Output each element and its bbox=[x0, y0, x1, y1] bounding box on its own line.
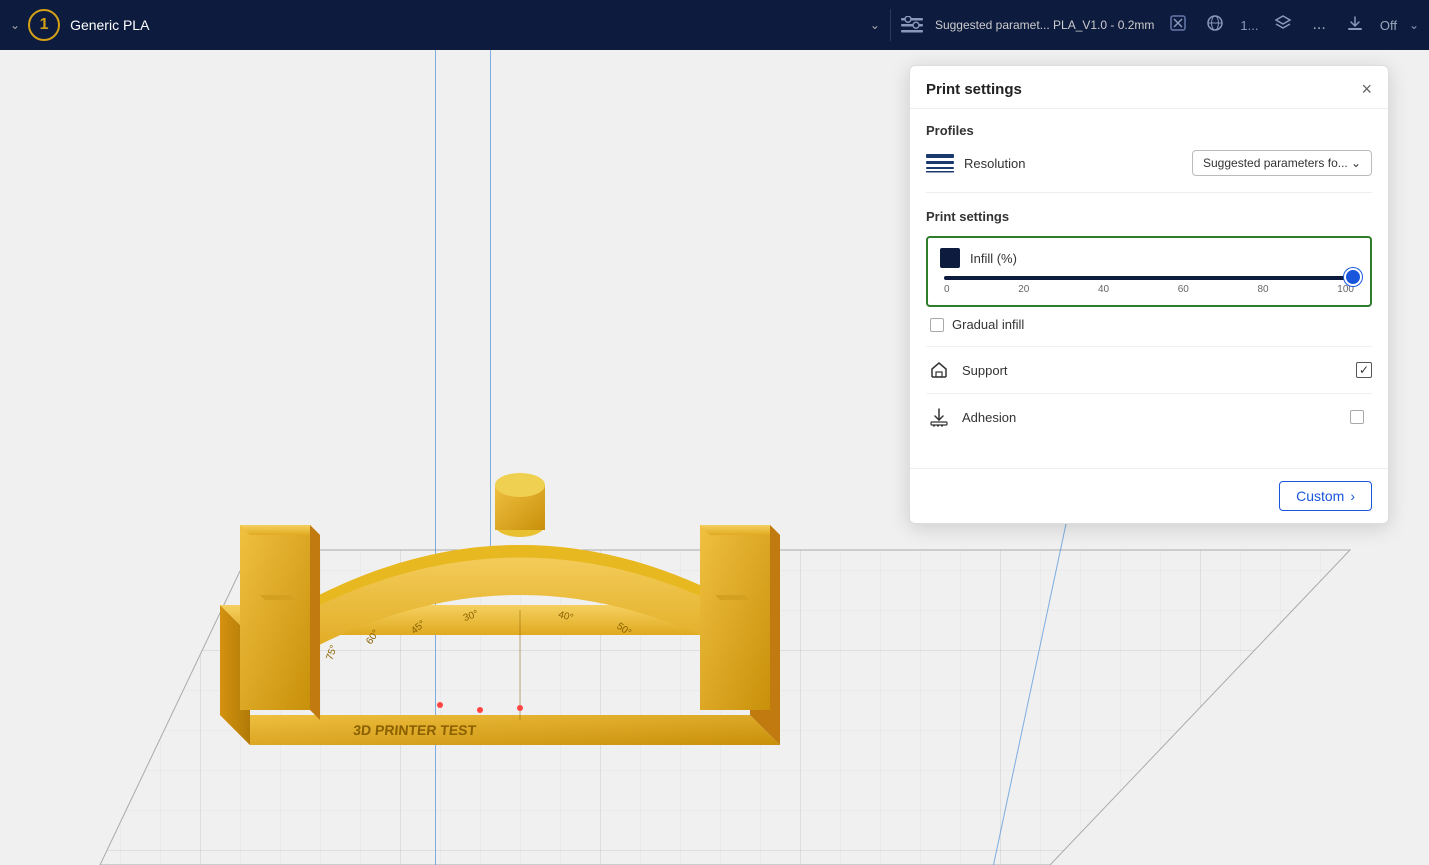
download-button[interactable] bbox=[1342, 12, 1368, 39]
adhesion-label: Adhesion bbox=[962, 410, 1350, 425]
slider-label-80: 80 bbox=[1258, 284, 1269, 295]
panel-close-button[interactable]: × bbox=[1361, 80, 1372, 98]
custom-button[interactable]: Custom › bbox=[1279, 481, 1372, 511]
profiles-section-label: Profiles bbox=[926, 123, 1372, 138]
support-label: Support bbox=[962, 363, 1356, 378]
support-row: Support ✓ bbox=[926, 346, 1372, 393]
left-dropdown-arrow[interactable]: ⌄ bbox=[10, 18, 20, 32]
resolution-label: Resolution bbox=[964, 156, 1192, 171]
slider-label-40: 40 bbox=[1098, 284, 1109, 295]
resolution-dropdown-arrow: ⌄ bbox=[1351, 156, 1361, 170]
print-settings-section: Print settings Infill (%) 0 bbox=[926, 209, 1372, 440]
panel-title: Print settings bbox=[926, 81, 1022, 98]
infill-color-box bbox=[940, 248, 960, 268]
printer-number-badge: 1 bbox=[28, 9, 60, 41]
printer-name-label: Generic PLA bbox=[70, 17, 870, 33]
gradual-infill-label: Gradual infill bbox=[952, 317, 1024, 332]
custom-btn-arrow: › bbox=[1350, 488, 1355, 504]
top-chevron-down[interactable]: ⌄ bbox=[1409, 18, 1419, 32]
panel-footer: Custom › bbox=[910, 468, 1388, 523]
infill-slider[interactable]: 0 20 40 60 80 100 bbox=[940, 276, 1358, 295]
layers-icon-button[interactable] bbox=[1270, 12, 1296, 39]
support-checkbox[interactable]: ✓ bbox=[1356, 362, 1372, 378]
print-settings-section-label: Print settings bbox=[926, 209, 1372, 224]
slider-track bbox=[944, 276, 1354, 280]
gradual-infill-checkbox[interactable] bbox=[930, 318, 944, 332]
panel-header: Print settings × bbox=[910, 66, 1388, 109]
guide-line-vertical-2 bbox=[490, 50, 491, 580]
more-options-button[interactable]: ... bbox=[1308, 14, 1329, 36]
infill-row: Infill (%) 0 20 40 60 80 bbox=[926, 236, 1372, 307]
printer-dropdown-arrow[interactable]: ⌄ bbox=[870, 18, 880, 32]
custom-btn-label: Custom bbox=[1296, 488, 1344, 504]
gradual-infill-row: Gradual infill bbox=[926, 317, 1372, 332]
slider-label-0: 0 bbox=[944, 284, 950, 295]
resolution-dropdown[interactable]: Suggested parameters fo... ⌄ bbox=[1192, 150, 1372, 176]
profiles-row: Resolution Suggested parameters fo... ⌄ bbox=[926, 150, 1372, 193]
off-toggle[interactable]: Off bbox=[1380, 18, 1397, 33]
slice-count-badge: 1... bbox=[1240, 18, 1258, 33]
profile-text: Suggested paramet... PLA_V1.0 - 0.2mm bbox=[935, 18, 1154, 32]
slider-label-60: 60 bbox=[1178, 284, 1189, 295]
top-bar: ⌄ 1 Generic PLA ⌄ Suggested paramet... P… bbox=[0, 0, 1429, 50]
panel-body: Profiles Resolution Suggested parameters… bbox=[910, 109, 1388, 468]
top-bar-right: Suggested paramet... PLA_V1.0 - 0.2mm 1.… bbox=[891, 12, 1429, 39]
adhesion-checkbox[interactable] bbox=[1350, 410, 1364, 424]
support-icon bbox=[926, 357, 952, 383]
slices-icon-button[interactable] bbox=[1202, 12, 1228, 39]
infill-header: Infill (%) bbox=[940, 248, 1358, 268]
slider-fill bbox=[944, 276, 1354, 280]
resolution-icon bbox=[926, 152, 954, 174]
slider-labels: 0 20 40 60 80 100 bbox=[944, 284, 1354, 295]
printer-selector[interactable]: ⌄ 1 Generic PLA ⌄ bbox=[0, 9, 891, 41]
main-viewport: 3D PRINTER TEST 75° 60° 45° 30° 40° 50° … bbox=[0, 50, 1429, 865]
resolution-dropdown-text: Suggested parameters fo... bbox=[1203, 156, 1348, 170]
close-profile-button[interactable] bbox=[1166, 13, 1190, 38]
support-checkmark: ✓ bbox=[1359, 364, 1369, 376]
guide-line-vertical-1 bbox=[435, 50, 436, 865]
slider-label-20: 20 bbox=[1018, 284, 1029, 295]
profile-settings-icon bbox=[901, 16, 923, 34]
slider-thumb[interactable] bbox=[1344, 268, 1362, 286]
print-settings-panel: Print settings × Profiles Resolution Sug… bbox=[909, 65, 1389, 524]
infill-label: Infill (%) bbox=[970, 251, 1017, 266]
adhesion-row: Adhesion bbox=[926, 393, 1372, 440]
adhesion-icon bbox=[926, 404, 952, 430]
